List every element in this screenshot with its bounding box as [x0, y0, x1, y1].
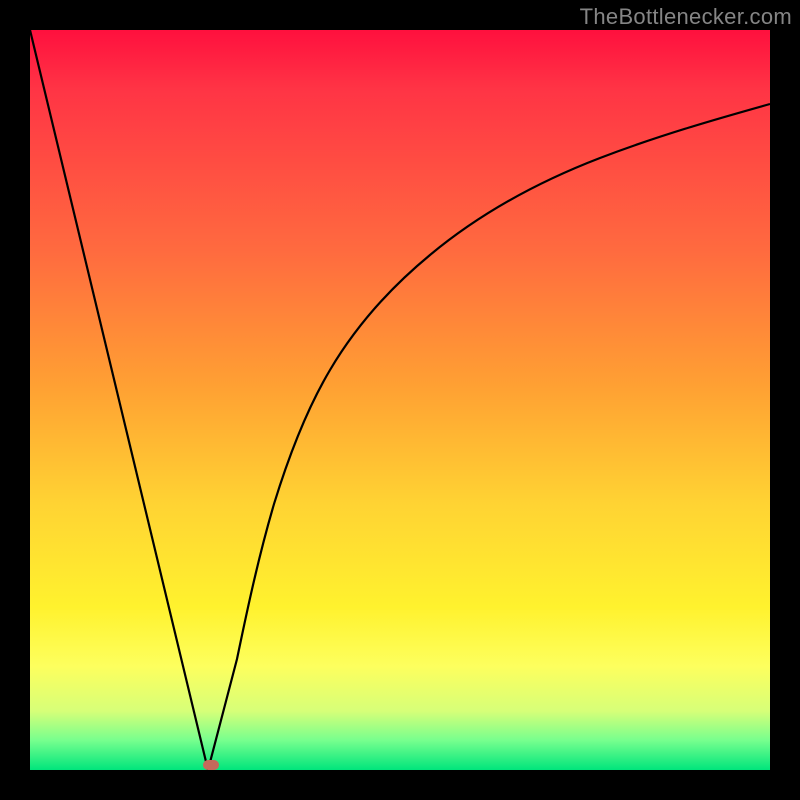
bottleneck-curve: [30, 30, 770, 770]
right-curve-path: [208, 104, 770, 770]
left-line-path: [30, 30, 208, 770]
optimum-marker: [203, 760, 219, 770]
watermark-text: TheBottlenecker.com: [580, 4, 792, 30]
chart-frame: TheBottlenecker.com: [0, 0, 800, 800]
plot-area: [30, 30, 770, 770]
